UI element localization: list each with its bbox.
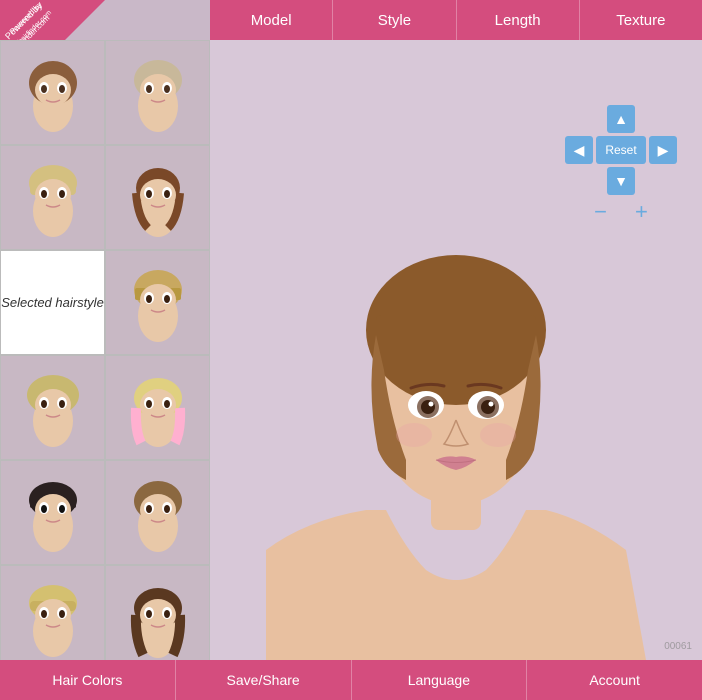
- hair-thumb-3[interactable]: [0, 145, 105, 250]
- app-container: Powered by hairfinder.com Powered by hai…: [0, 0, 702, 700]
- reset-button[interactable]: Reset: [596, 136, 646, 164]
- hair-thumb-2[interactable]: [105, 40, 210, 145]
- hair-thumb-4[interactable]: [105, 145, 210, 250]
- tab-style[interactable]: Style: [333, 0, 456, 40]
- account-button[interactable]: Account: [527, 660, 702, 700]
- pan-right-button[interactable]: ▶: [649, 136, 677, 164]
- language-button[interactable]: Language: [352, 660, 528, 700]
- hair-thumb-11[interactable]: [105, 565, 210, 660]
- selected-hairstyle-label: Selected hairstyle: [0, 250, 105, 355]
- nav-controls: ▲ ◀ Reset ▶ ▼ − +: [565, 105, 677, 223]
- sidebar: Selected hairstyle: [0, 40, 210, 660]
- hair-thumb-1[interactable]: [0, 40, 105, 145]
- hair-thumb-6[interactable]: [0, 355, 105, 460]
- tab-length[interactable]: Length: [457, 0, 580, 40]
- watermark: 00061: [664, 641, 692, 652]
- pan-up-button[interactable]: ▲: [607, 105, 635, 133]
- tab-model[interactable]: Model: [210, 0, 333, 40]
- hair-thumb-7[interactable]: [105, 355, 210, 460]
- zoom-plus-button[interactable]: +: [635, 201, 648, 223]
- preview-area: ▲ ◀ Reset ▶ ▼ − + 00061: [210, 40, 702, 660]
- zoom-minus-button[interactable]: −: [594, 201, 607, 223]
- hair-colors-button[interactable]: Hair Colors: [0, 660, 176, 700]
- save-share-button[interactable]: Save/Share: [176, 660, 352, 700]
- hair-thumb-10[interactable]: [0, 565, 105, 660]
- top-nav: Model Style Length Texture: [210, 0, 702, 40]
- hair-thumb-5[interactable]: [105, 250, 210, 355]
- hair-thumb-8[interactable]: [0, 460, 105, 565]
- hair-thumb-9[interactable]: [105, 460, 210, 565]
- logo-banner: Powered by hairfinder.com Powered by hai…: [0, 0, 105, 40]
- tab-texture[interactable]: Texture: [580, 0, 702, 40]
- pan-down-button[interactable]: ▼: [607, 167, 635, 195]
- bottom-nav: Hair Colors Save/Share Language Account: [0, 660, 702, 700]
- pan-left-button[interactable]: ◀: [565, 136, 593, 164]
